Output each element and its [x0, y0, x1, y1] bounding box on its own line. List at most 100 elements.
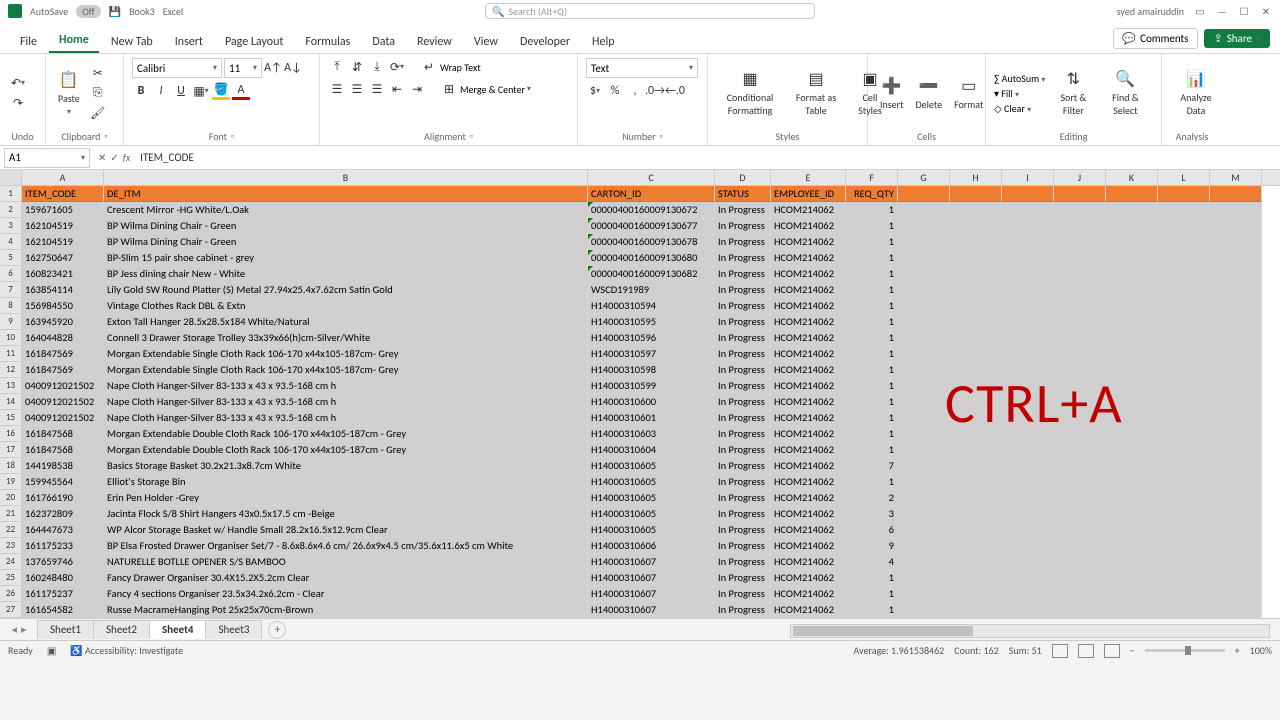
cell-A7[interactable]: 163854114 — [22, 282, 104, 298]
format-painter-button[interactable]: 🖌 — [88, 104, 108, 122]
cell-B3[interactable]: BP Wilma Dining Chair - Green — [104, 218, 588, 234]
cell-G3[interactable] — [898, 218, 950, 234]
cell-H11[interactable] — [950, 346, 1002, 362]
font-color-button[interactable]: A — [232, 82, 250, 100]
align-center-button[interactable]: ☰ — [348, 80, 366, 98]
cell-J20[interactable] — [1054, 490, 1106, 506]
cell-M15[interactable] — [1210, 410, 1262, 426]
cell-D1[interactable]: STATUS — [715, 186, 771, 202]
cell-G20[interactable] — [898, 490, 950, 506]
cell-B8[interactable]: Vintage Clothes Rack DBL & Extn — [104, 298, 588, 314]
page-break-view-button[interactable] — [1104, 644, 1120, 658]
cell-L6[interactable] — [1158, 266, 1210, 282]
cell-E23[interactable]: HCOM214062 — [771, 538, 846, 554]
cell-I6[interactable] — [1002, 266, 1054, 282]
cell-E26[interactable]: HCOM214062 — [771, 586, 846, 602]
cell-I3[interactable] — [1002, 218, 1054, 234]
cell-C7[interactable]: WSCD191989 — [588, 282, 715, 298]
cell-L21[interactable] — [1158, 506, 1210, 522]
cell-K10[interactable] — [1106, 330, 1158, 346]
cell-G5[interactable] — [898, 250, 950, 266]
cell-L27[interactable] — [1158, 602, 1210, 618]
cell-H3[interactable] — [950, 218, 1002, 234]
cell-E22[interactable]: HCOM214062 — [771, 522, 846, 538]
cell-J17[interactable] — [1054, 442, 1106, 458]
cell-G18[interactable] — [898, 458, 950, 474]
cell-I7[interactable] — [1002, 282, 1054, 298]
clear-button[interactable]: ◇ Clear ▾ — [994, 102, 1045, 115]
normal-view-button[interactable] — [1052, 644, 1068, 658]
row-header[interactable]: 19 — [0, 474, 22, 490]
cell-C20[interactable]: H14000310605 — [588, 490, 715, 506]
cell-K20[interactable] — [1106, 490, 1158, 506]
row-header[interactable]: 10 — [0, 330, 22, 346]
cell-J27[interactable] — [1054, 602, 1106, 618]
cell-E25[interactable]: HCOM214062 — [771, 570, 846, 586]
cell-M19[interactable] — [1210, 474, 1262, 490]
comments-button[interactable]: 💬Comments — [1113, 28, 1197, 49]
cell-M9[interactable] — [1210, 314, 1262, 330]
copy-button[interactable]: ⎘ — [88, 84, 108, 102]
cell-G10[interactable] — [898, 330, 950, 346]
cell-J10[interactable] — [1054, 330, 1106, 346]
cell-E27[interactable]: HCOM214062 — [771, 602, 846, 618]
search-input[interactable]: 🔍 Search (Alt+Q) — [485, 3, 815, 19]
cell-K5[interactable] — [1106, 250, 1158, 266]
cell-I24[interactable] — [1002, 554, 1054, 570]
fill-button[interactable]: ▾ Fill ▾ — [994, 87, 1045, 100]
cell-E20[interactable]: HCOM214062 — [771, 490, 846, 506]
cell-G22[interactable] — [898, 522, 950, 538]
cell-C1[interactable]: CARTON_ID — [588, 186, 715, 202]
zoom-in-button[interactable]: + — [1235, 644, 1240, 657]
find-select-button[interactable]: 🔍Find & Select — [1101, 67, 1149, 119]
cell-B5[interactable]: BP-Slim 15 pair shoe cabinet - grey — [104, 250, 588, 266]
cell-E12[interactable]: HCOM214062 — [771, 362, 846, 378]
cell-C11[interactable]: H14000310597 — [588, 346, 715, 362]
cell-E14[interactable]: HCOM214062 — [771, 394, 846, 410]
cell-I19[interactable] — [1002, 474, 1054, 490]
cell-L26[interactable] — [1158, 586, 1210, 602]
cell-G6[interactable] — [898, 266, 950, 282]
cell-B17[interactable]: Morgan Extendable Double Cloth Rack 106-… — [104, 442, 588, 458]
cell-E24[interactable]: HCOM214062 — [771, 554, 846, 570]
column-header-E[interactable]: E — [771, 170, 846, 185]
cell-H17[interactable] — [950, 442, 1002, 458]
cell-M18[interactable] — [1210, 458, 1262, 474]
column-header-L[interactable]: L — [1158, 170, 1210, 185]
cell-G13[interactable] — [898, 378, 950, 394]
column-header-M[interactable]: M — [1210, 170, 1262, 185]
tab-view[interactable]: View — [464, 29, 508, 53]
align-right-button[interactable]: ☰ — [368, 80, 386, 98]
cell-J25[interactable] — [1054, 570, 1106, 586]
underline-button[interactable]: U — [172, 82, 190, 100]
cell-M7[interactable] — [1210, 282, 1262, 298]
dialog-launcher-icon[interactable]: ▫ — [470, 131, 473, 142]
undo-button[interactable]: ↶▾ — [8, 74, 28, 92]
cell-E2[interactable]: HCOM214062 — [771, 202, 846, 218]
cell-A3[interactable]: 162104519 — [22, 218, 104, 234]
cell-C5[interactable]: 00000400160009130680 — [588, 250, 715, 266]
cell-M26[interactable] — [1210, 586, 1262, 602]
maximize-icon[interactable]: ☐ — [1238, 5, 1250, 18]
cell-E16[interactable]: HCOM214062 — [771, 426, 846, 442]
row-header[interactable]: 21 — [0, 506, 22, 522]
decrease-indent-button[interactable]: ⇤ — [388, 80, 406, 98]
cell-C9[interactable]: H14000310595 — [588, 314, 715, 330]
cell-M2[interactable] — [1210, 202, 1262, 218]
cell-A4[interactable]: 162104519 — [22, 234, 104, 250]
cell-J9[interactable] — [1054, 314, 1106, 330]
cell-F24[interactable]: 4 — [846, 554, 898, 570]
cell-J11[interactable] — [1054, 346, 1106, 362]
cell-C3[interactable]: 00000400160009130677 — [588, 218, 715, 234]
cell-J6[interactable] — [1054, 266, 1106, 282]
cell-B7[interactable]: Lily Gold SW Round Platter (S) Metal 27.… — [104, 282, 588, 298]
cell-F26[interactable]: 1 — [846, 586, 898, 602]
cell-L22[interactable] — [1158, 522, 1210, 538]
share-button[interactable]: ⇪Share▾ — [1204, 29, 1271, 48]
column-header-A[interactable]: A — [22, 170, 104, 185]
cell-A6[interactable]: 160823421 — [22, 266, 104, 282]
cell-E4[interactable]: HCOM214062 — [771, 234, 846, 250]
cell-D15[interactable]: In Progress — [715, 410, 771, 426]
increase-font-button[interactable]: A↑ — [264, 59, 282, 77]
cell-F1[interactable]: REQ_QTY — [846, 186, 898, 202]
